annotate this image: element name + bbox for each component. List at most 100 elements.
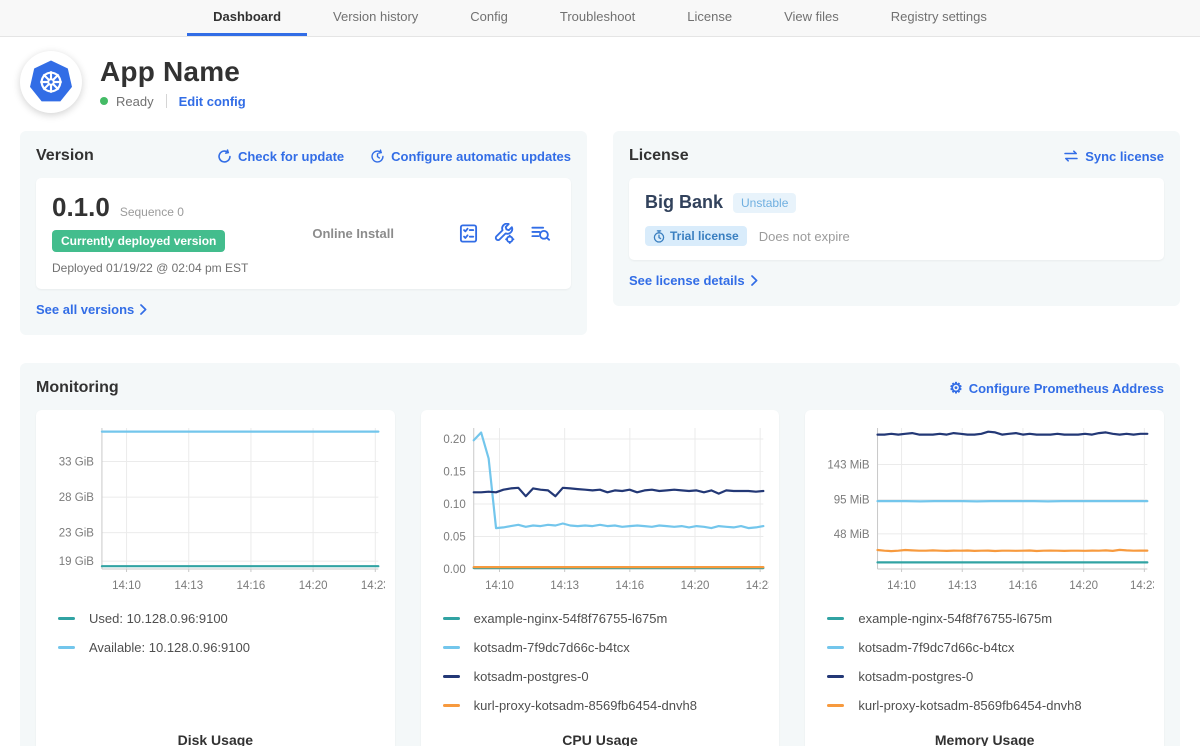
chart-title: Disk Usage [46, 720, 385, 746]
refresh-icon [217, 149, 232, 164]
chevron-right-icon [751, 275, 758, 286]
version-card: Version Check for update Configure au [20, 131, 587, 335]
trial-license-label: Trial license [670, 229, 739, 243]
stopwatch-icon [653, 230, 665, 243]
legend-label: kotsadm-7f9dc7d66c-b4tcx [858, 640, 1014, 655]
series-line [878, 432, 1148, 435]
svg-text:14:23: 14:23 [745, 580, 769, 592]
legend-label: kotsadm-postgres-0 [858, 669, 973, 684]
configure-prometheus-label: Configure Prometheus Address [969, 381, 1164, 396]
chart-plot-cpu: 0.000.050.100.150.2014:1014:1314:1614:20… [431, 420, 770, 596]
chevron-right-icon [140, 304, 147, 315]
top-nav: Dashboard Version history Config Trouble… [0, 0, 1200, 37]
see-license-details-link[interactable]: See license details [629, 273, 758, 288]
configure-automatic-updates-button[interactable]: Configure automatic updates [370, 149, 571, 164]
chart-legend: Used: 10.128.0.96:9100 Available: 10.128.… [46, 604, 385, 662]
tab-version-history[interactable]: Version history [307, 0, 444, 36]
tab-view-files[interactable]: View files [758, 0, 865, 36]
legend-item: example-nginx-54f8f76755-l675m [443, 604, 770, 633]
gear-icon: ⚙ [949, 381, 962, 396]
legend-swatch [443, 704, 460, 707]
edit-config-link[interactable]: Edit config [179, 94, 246, 109]
configure-automatic-updates-label: Configure automatic updates [391, 149, 571, 164]
svg-text:14:13: 14:13 [550, 580, 579, 592]
series-line [473, 433, 763, 529]
svg-text:14:20: 14:20 [299, 580, 328, 592]
svg-text:14:13: 14:13 [948, 580, 977, 592]
svg-text:0.15: 0.15 [443, 467, 465, 479]
tab-label: Registry settings [891, 9, 987, 24]
svg-text:14:20: 14:20 [1070, 580, 1099, 592]
sync-license-button[interactable]: Sync license [1063, 149, 1164, 164]
legend-swatch [827, 704, 844, 707]
svg-text:95 MiB: 95 MiB [834, 495, 870, 507]
svg-text:28 GiB: 28 GiB [59, 492, 94, 504]
monitoring-card: Monitoring ⚙ Configure Prometheus Addres… [20, 363, 1180, 746]
tab-label: License [687, 9, 732, 24]
legend-swatch [58, 646, 75, 649]
chart-title: Memory Usage [815, 720, 1154, 746]
legend-item: kotsadm-7f9dc7d66c-b4tcx [443, 633, 770, 662]
sync-arrows-icon [1063, 149, 1079, 163]
legend-label: kurl-proxy-kotsadm-8569fb6454-dnvh8 [474, 698, 697, 713]
legend-item: Available: 10.128.0.96:9100 [58, 633, 385, 662]
tab-troubleshoot[interactable]: Troubleshoot [534, 0, 661, 36]
legend-label: Available: 10.128.0.96:9100 [89, 640, 250, 655]
app-logo [20, 51, 82, 113]
channel-badge: Unstable [733, 193, 796, 213]
config-wrench-icon[interactable] [494, 223, 515, 244]
legend-swatch [827, 675, 844, 678]
svg-text:14:16: 14:16 [237, 580, 266, 592]
svg-text:14:16: 14:16 [615, 580, 644, 592]
trial-license-badge: Trial license [645, 226, 747, 246]
preflight-checklist-icon[interactable] [458, 223, 479, 244]
tab-label: Config [470, 9, 508, 24]
sequence-label: Sequence 0 [120, 205, 184, 219]
install-type-label: Online Install [248, 226, 458, 241]
tab-config[interactable]: Config [444, 0, 534, 36]
svg-text:14:10: 14:10 [485, 580, 514, 592]
check-for-update-button[interactable]: Check for update [217, 149, 344, 164]
license-card-title: License [629, 147, 689, 165]
svg-text:14:20: 14:20 [680, 580, 709, 592]
legend-item: example-nginx-54f8f76755-l675m [827, 604, 1154, 633]
legend-label: Used: 10.128.0.96:9100 [89, 611, 228, 626]
view-logs-icon[interactable] [530, 223, 551, 244]
series-line [473, 488, 763, 496]
legend-swatch [443, 617, 460, 620]
legend-item: kurl-proxy-kotsadm-8569fb6454-dnvh8 [827, 691, 1154, 720]
chart-card-memory: 48 MiB95 MiB143 MiB14:1014:1314:1614:201… [805, 410, 1164, 746]
deployed-timestamp: Deployed 01/19/22 @ 02:04 pm EST [52, 261, 248, 275]
chart-card-cpu: 0.000.050.100.150.2014:1014:1314:1614:20… [421, 410, 780, 746]
see-all-versions-link[interactable]: See all versions [36, 302, 147, 317]
legend-item: kotsadm-7f9dc7d66c-b4tcx [827, 633, 1154, 662]
chart-legend: example-nginx-54f8f76755-l675m kotsadm-7f… [431, 604, 770, 720]
legend-label: kotsadm-7f9dc7d66c-b4tcx [474, 640, 630, 655]
svg-text:48 MiB: 48 MiB [834, 529, 870, 541]
legend-label: kotsadm-postgres-0 [474, 669, 589, 684]
legend-item: kotsadm-postgres-0 [827, 662, 1154, 691]
app-header: App Name Ready Edit config [20, 37, 1180, 131]
see-license-details-label: See license details [629, 273, 745, 288]
tab-dashboard[interactable]: Dashboard [187, 0, 307, 36]
monitoring-title: Monitoring [36, 379, 119, 397]
status-dot [100, 97, 108, 105]
tab-registry-settings[interactable]: Registry settings [865, 0, 1013, 36]
legend-label: example-nginx-54f8f76755-l675m [858, 611, 1052, 626]
version-number: 0.1.0 [52, 192, 110, 223]
svg-text:14:10: 14:10 [888, 580, 917, 592]
check-for-update-label: Check for update [238, 149, 344, 164]
svg-text:33 GiB: 33 GiB [59, 456, 94, 468]
chart-title: CPU Usage [431, 720, 770, 746]
tab-license[interactable]: License [661, 0, 758, 36]
svg-text:0.05: 0.05 [443, 532, 465, 544]
kubernetes-helm-wheel-icon [28, 59, 74, 105]
tab-label: Troubleshoot [560, 9, 635, 24]
svg-text:0.00: 0.00 [443, 564, 465, 576]
chart-card-disk: 19 GiB23 GiB28 GiB33 GiB14:1014:1314:161… [36, 410, 395, 746]
legend-item: kotsadm-postgres-0 [443, 662, 770, 691]
legend-item: Used: 10.128.0.96:9100 [58, 604, 385, 633]
configure-prometheus-button[interactable]: ⚙ Configure Prometheus Address [949, 381, 1164, 396]
tab-label: Version history [333, 9, 418, 24]
status-text: Ready [116, 94, 154, 109]
